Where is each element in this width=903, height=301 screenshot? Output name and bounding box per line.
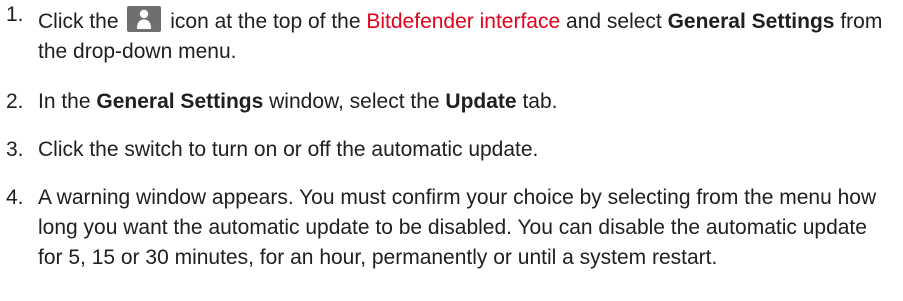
step-number: 4. — [6, 186, 24, 209]
step-4: 4. A warning window appears. You must co… — [0, 183, 903, 273]
general-settings-window-label: General Settings — [96, 90, 264, 113]
step-1-text-after-icon: icon at the top of the — [170, 10, 361, 33]
step-3-text: Click the switch to turn on or off the a… — [38, 138, 539, 161]
step-1-text-after-link: and select — [566, 10, 662, 33]
step-number: 2. — [6, 90, 24, 113]
step-4-text: A warning window appears. You must confi… — [38, 186, 877, 269]
bitdefender-interface-link[interactable]: Bitdefender interface — [366, 10, 560, 33]
step-3: 3. Click the switch to turn on or off th… — [0, 135, 903, 165]
step-2-text-middle: window, select the — [269, 90, 440, 113]
step-1-text-before-icon: Click the — [38, 10, 119, 33]
step-2-text-end: tab. — [522, 90, 558, 113]
step-2: 2. In the General Settings window, selec… — [0, 87, 903, 117]
step-number: 3. — [6, 138, 24, 161]
step-2-text-before: In the — [38, 90, 91, 113]
step-1: 1. Click the icon at the top of the Bitd… — [0, 0, 903, 67]
general-settings-menu-label: General Settings — [667, 10, 835, 33]
account-icon — [127, 6, 162, 32]
instruction-steps: 1. Click the icon at the top of the Bitd… — [0, 0, 903, 273]
update-tab-label: Update — [445, 90, 517, 113]
step-number: 1. — [6, 3, 24, 26]
